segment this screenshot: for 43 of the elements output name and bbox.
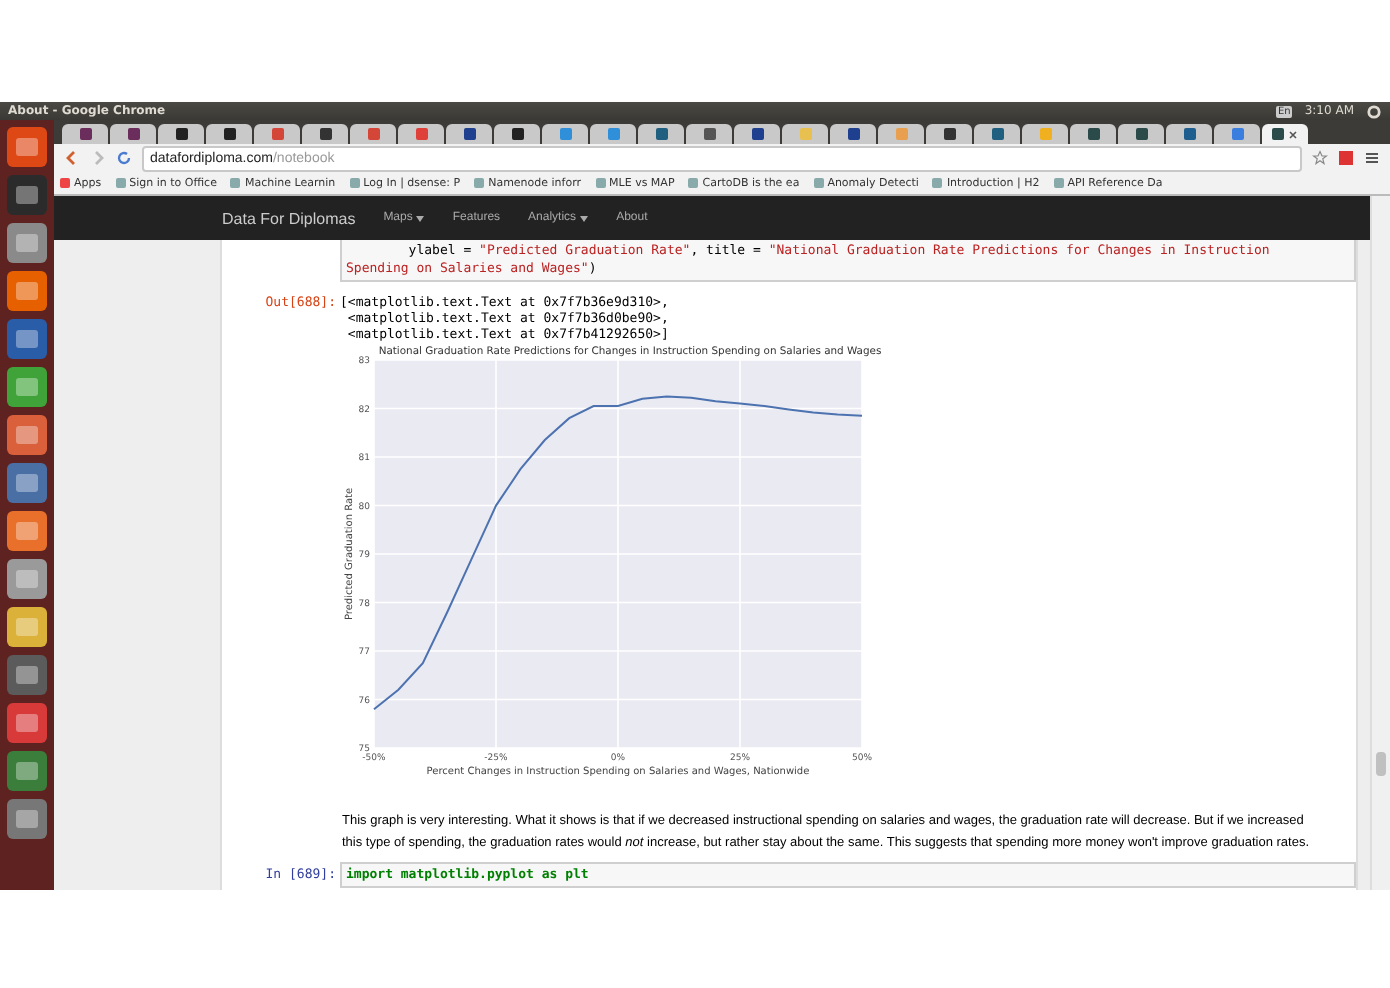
app-launcher-icon[interactable] — [6, 798, 48, 840]
browser-tab[interactable] — [446, 124, 492, 144]
reload-icon[interactable] — [116, 150, 132, 166]
app-launcher-icon[interactable] — [6, 750, 48, 792]
app-launcher-icon[interactable] — [6, 174, 48, 216]
menu-icon[interactable] — [1364, 150, 1380, 166]
caret-icon — [580, 215, 589, 221]
app-launcher-icon[interactable] — [6, 462, 48, 504]
caret-icon — [416, 215, 425, 221]
browser-tab[interactable] — [62, 124, 108, 144]
app-launcher-icon[interactable] — [6, 510, 48, 552]
app-launcher-icon[interactable] — [6, 702, 48, 744]
site-brand[interactable]: Data For Diplomas — [222, 209, 356, 227]
app-launcher-icon[interactable] — [6, 558, 48, 600]
app-launcher-icon[interactable] — [6, 270, 48, 312]
app-launcher-icon[interactable] — [6, 606, 48, 648]
star-icon[interactable] — [1312, 150, 1328, 166]
browser-tab[interactable] — [1118, 124, 1164, 144]
gear-icon[interactable] — [1366, 103, 1382, 119]
browser-tab[interactable] — [686, 124, 732, 144]
browser-tab[interactable] — [974, 124, 1020, 144]
browser-tab[interactable] — [158, 124, 204, 144]
browser-tab[interactable] — [206, 124, 252, 144]
app-launcher-icon[interactable] — [6, 126, 48, 168]
browser-tab[interactable] — [830, 124, 876, 144]
app-launcher-icon[interactable] — [6, 222, 48, 264]
browser-tab[interactable] — [110, 124, 156, 144]
back-icon[interactable] — [64, 150, 80, 166]
browser-tab[interactable] — [734, 124, 780, 144]
browser-tab[interactable] — [1070, 124, 1116, 144]
scrollbar[interactable] — [1370, 196, 1390, 890]
browser-tab[interactable] — [302, 124, 348, 144]
browser-tab[interactable] — [926, 124, 972, 144]
app-launcher-icon[interactable] — [6, 366, 48, 408]
browser-tab[interactable] — [494, 124, 540, 144]
app-launcher-icon[interactable] — [6, 654, 48, 696]
browser-tab[interactable] — [638, 124, 684, 144]
app-launcher-icon[interactable] — [6, 414, 48, 456]
close-icon[interactable] — [1288, 129, 1298, 139]
browser-tab[interactable] — [1166, 124, 1212, 144]
browser-tab[interactable] — [1262, 124, 1308, 144]
app-launcher-icon[interactable] — [6, 318, 48, 360]
extension-icon[interactable] — [1338, 150, 1354, 166]
